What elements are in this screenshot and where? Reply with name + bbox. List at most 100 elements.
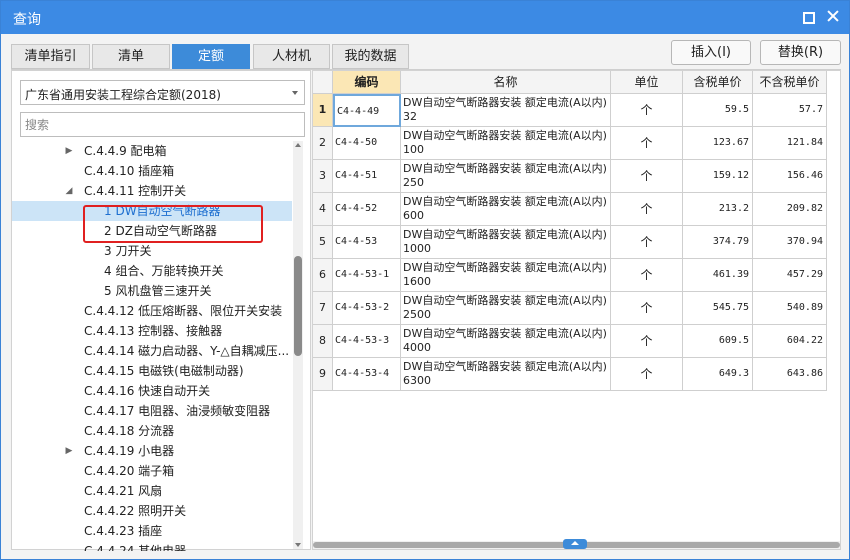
tree-item[interactable]: 5 风机盘管三速开关 xyxy=(12,281,292,301)
table-row[interactable]: 4 C4-4-52 DW自动空气断路器安装 额定电流(A以内) 600 个 213.2 2… xyxy=(313,193,827,226)
cell-name[interactable]: DW自动空气断路器安装 额定电流(A以内) 100 xyxy=(401,127,611,160)
tab-labor-material-machine[interactable]: 人材机 xyxy=(253,44,330,69)
tree-item[interactable]: C.4.4.20 端子箱 xyxy=(12,461,292,481)
cell-code[interactable]: C4-4-53-1 xyxy=(333,259,401,292)
expand-arrow-icon[interactable]: ▶ xyxy=(64,441,74,461)
restore-icon[interactable] xyxy=(799,8,817,26)
table-row[interactable]: 5 C4-4-53 DW自动空气断路器安装 额定电流(A以内) 1000 个 374.7… xyxy=(313,226,827,259)
cell-unit[interactable]: 个 xyxy=(611,94,683,127)
cell-unit[interactable]: 个 xyxy=(611,127,683,160)
cell-unit[interactable]: 个 xyxy=(611,160,683,193)
tree-item[interactable]: C.4.4.10 插座箱 xyxy=(12,161,292,181)
tab-my-data[interactable]: 我的数据 xyxy=(332,44,409,69)
cell-price-without-tax[interactable]: 540.89 xyxy=(753,292,827,325)
cell-price-with-tax[interactable]: 461.39 xyxy=(683,259,753,292)
cell-price-with-tax[interactable]: 59.5 xyxy=(683,94,753,127)
tree-item[interactable]: C.4.4.21 风扇 xyxy=(12,481,292,501)
cell-name[interactable]: DW自动空气断路器安装 额定电流(A以内) 4000 xyxy=(401,325,611,358)
cell-price-without-tax[interactable]: 604.22 xyxy=(753,325,827,358)
cell-name[interactable]: DW自动空气断路器安装 额定电流(A以内) 600 xyxy=(401,193,611,226)
cell-unit[interactable]: 个 xyxy=(611,193,683,226)
dropdown-arrow-icon[interactable] xyxy=(292,91,298,95)
tree-vertical-scrollbar[interactable] xyxy=(293,141,303,549)
cell-price-with-tax[interactable]: 545.75 xyxy=(683,292,753,325)
cell-code[interactable]: C4-4-52 xyxy=(333,193,401,226)
scroll-up-icon[interactable] xyxy=(295,143,301,147)
cell-price-without-tax[interactable]: 457.29 xyxy=(753,259,827,292)
scroll-thumb[interactable] xyxy=(294,256,302,356)
column-header-price-with-tax[interactable]: 含税单价 xyxy=(683,71,753,94)
expand-arrow-icon[interactable]: ▶ xyxy=(64,141,74,161)
table-row[interactable]: 1 C4-4-49 DW自动空气断路器安装 额定电流(A以内) 32 个 59.5 57.… xyxy=(313,94,827,127)
tree-item[interactable]: 3 刀开关 xyxy=(12,241,292,261)
cell-name[interactable]: DW自动空气断路器安装 额定电流(A以内) 2500 xyxy=(401,292,611,325)
column-header-name[interactable]: 名称 xyxy=(401,71,611,94)
table-row[interactable]: 2 C4-4-50 DW自动空气断路器安装 额定电流(A以内) 100 个 123.67… xyxy=(313,127,827,160)
cell-code[interactable]: C4-4-53-3 xyxy=(333,325,401,358)
tree-item[interactable]: C.4.4.14 磁力启动器、Y-△自耦减压... xyxy=(12,341,292,361)
tree-item[interactable]: ◢ C.4.4.11 控制开关 xyxy=(12,181,292,201)
cell-price-without-tax[interactable]: 121.84 xyxy=(753,127,827,160)
scroll-down-icon[interactable] xyxy=(295,543,301,547)
column-header-unit[interactable]: 单位 xyxy=(611,71,683,94)
tree-item[interactable]: ▶ C.4.4.19 小电器 xyxy=(12,441,292,461)
table-row[interactable]: 8 C4-4-53-3 DW自动空气断路器安装 额定电流(A以内) 4000 个 609… xyxy=(313,325,827,358)
cell-code[interactable]: C4-4-51 xyxy=(333,160,401,193)
tree-item[interactable]: C.4.4.17 电阻器、油浸频敏变阻器 xyxy=(12,401,292,421)
cell-code[interactable]: C4-4-53-4 xyxy=(333,358,401,391)
table-row[interactable]: 3 C4-4-51 DW自动空气断路器安装 额定电流(A以内) 250 个 159.12… xyxy=(313,160,827,193)
cell-price-with-tax[interactable]: 374.79 xyxy=(683,226,753,259)
collapse-arrow-icon[interactable]: ◢ xyxy=(64,181,74,201)
cell-price-without-tax[interactable]: 57.7 xyxy=(753,94,827,127)
collapse-toggle-icon[interactable] xyxy=(563,539,587,549)
cell-unit[interactable]: 个 xyxy=(611,292,683,325)
cell-price-without-tax[interactable]: 643.86 xyxy=(753,358,827,391)
cell-price-with-tax[interactable]: 123.67 xyxy=(683,127,753,160)
cell-name[interactable]: DW自动空气断路器安装 额定电流(A以内) 32 xyxy=(401,94,611,127)
cell-unit[interactable]: 个 xyxy=(611,259,683,292)
cell-name[interactable]: DW自动空气断路器安装 额定电流(A以内) 6300 xyxy=(401,358,611,391)
tree-item[interactable]: C.4.4.16 快速自动开关 xyxy=(12,381,292,401)
replace-button[interactable]: 替换(R) xyxy=(760,40,841,65)
tab-quota[interactable]: 定额 xyxy=(172,44,250,69)
table-horizontal-scrollbar[interactable] xyxy=(313,539,840,549)
cell-price-with-tax[interactable]: 609.5 xyxy=(683,325,753,358)
tab-bill-guide[interactable]: 清单指引 xyxy=(11,44,90,69)
title-bar[interactable]: 查询 xyxy=(1,1,849,34)
table-row[interactable]: 9 C4-4-53-4 DW自动空气断路器安装 额定电流(A以内) 6300 个 649… xyxy=(313,358,827,391)
tree-item[interactable]: ▶ C.4.4.9 配电箱 xyxy=(12,141,292,161)
cell-code[interactable]: C4-4-49 xyxy=(333,94,401,127)
tree-item[interactable]: C.4.4.13 控制器、接触器 xyxy=(12,321,292,341)
cell-code[interactable]: C4-4-53-2 xyxy=(333,292,401,325)
column-header-price-without-tax[interactable]: 不含税单价 xyxy=(753,71,827,94)
cell-price-without-tax[interactable]: 209.82 xyxy=(753,193,827,226)
cell-name[interactable]: DW自动空气断路器安装 额定电流(A以内) 1000 xyxy=(401,226,611,259)
cell-price-with-tax[interactable]: 159.12 xyxy=(683,160,753,193)
cell-name[interactable]: DW自动空气断路器安装 额定电流(A以内) 1600 xyxy=(401,259,611,292)
close-icon[interactable] xyxy=(824,8,842,26)
tree-item[interactable]: C.4.4.22 照明开关 xyxy=(12,501,292,521)
cell-unit[interactable]: 个 xyxy=(611,358,683,391)
cell-unit[interactable]: 个 xyxy=(611,226,683,259)
quota-library-select[interactable]: 广东省通用安装工程综合定额(2018) xyxy=(20,80,305,105)
column-header-code[interactable]: 编码 xyxy=(333,71,401,94)
cell-code[interactable]: C4-4-50 xyxy=(333,127,401,160)
insert-button[interactable]: 插入(I) xyxy=(671,40,751,65)
tree-item[interactable]: C.4.4.18 分流器 xyxy=(12,421,292,441)
tree-item[interactable]: C.4.4.24 其他电器 xyxy=(12,541,292,551)
tree-item[interactable]: 4 组合、万能转换开关 xyxy=(12,261,292,281)
tree-item[interactable]: C.4.4.23 插座 xyxy=(12,521,292,541)
cell-price-without-tax[interactable]: 156.46 xyxy=(753,160,827,193)
cell-price-without-tax[interactable]: 370.94 xyxy=(753,226,827,259)
table-row[interactable]: 6 C4-4-53-1 DW自动空气断路器安装 额定电流(A以内) 1600 个 461… xyxy=(313,259,827,292)
cell-unit[interactable]: 个 xyxy=(611,325,683,358)
tree-item[interactable]: C.4.4.15 电磁铁(电磁制动器) xyxy=(12,361,292,381)
tab-bill[interactable]: 清单 xyxy=(92,44,170,69)
table-row[interactable]: 7 C4-4-53-2 DW自动空气断路器安装 额定电流(A以内) 2500 个 545… xyxy=(313,292,827,325)
tree-item[interactable]: C.4.4.12 低压熔断器、限位开关安装 xyxy=(12,301,292,321)
cell-price-with-tax[interactable]: 213.2 xyxy=(683,193,753,226)
search-input[interactable] xyxy=(20,112,305,137)
cell-code[interactable]: C4-4-53 xyxy=(333,226,401,259)
cell-price-with-tax[interactable]: 649.3 xyxy=(683,358,753,391)
cell-name[interactable]: DW自动空气断路器安装 额定电流(A以内) 250 xyxy=(401,160,611,193)
